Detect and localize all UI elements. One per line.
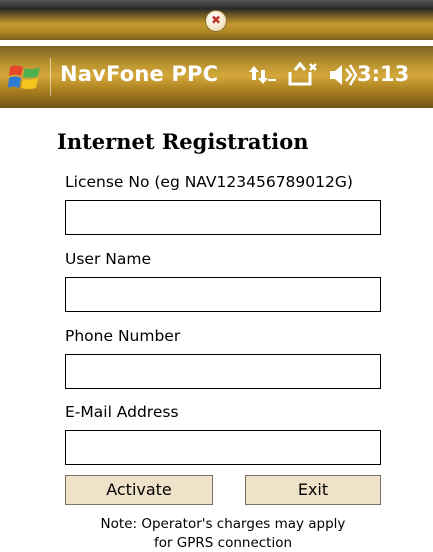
device-screen: ✖ NavFone PPC 3:13 Internet Registration…: [0, 0, 433, 552]
page-heading: Internet Registration: [57, 129, 309, 154]
top-notification-strip: ✖: [0, 0, 433, 40]
title-separator: [50, 58, 51, 96]
notification-glyph: ✖: [210, 13, 222, 27]
title-bar: NavFone PPC 3:13: [0, 46, 433, 108]
windows-flag-icon[interactable]: [8, 61, 42, 93]
exit-button[interactable]: Exit: [245, 475, 381, 505]
app-title: NavFone PPC: [60, 62, 219, 86]
no-signal-phone-icon[interactable]: [286, 60, 320, 90]
speaker-icon[interactable]: [328, 61, 358, 89]
note-line-1: Note: Operator's charges may apply: [100, 516, 346, 532]
msn-notification-icon[interactable]: ✖: [205, 10, 227, 32]
phone-label: Phone Number: [65, 327, 181, 345]
clock[interactable]: 3:13: [357, 62, 409, 86]
username-label: User Name: [65, 250, 151, 268]
email-input[interactable]: [65, 430, 381, 465]
note-line-2: for GPRS connection: [153, 535, 293, 551]
username-input[interactable]: [65, 277, 381, 312]
license-label: License No (eg NAV123456789012G): [65, 173, 353, 191]
connectivity-arrows-icon[interactable]: [248, 62, 278, 88]
email-label: E-Mail Address: [65, 403, 179, 421]
operator-charges-note: Note: Operator's charges may apply for G…: [65, 515, 381, 552]
license-input[interactable]: [65, 200, 381, 235]
activate-button[interactable]: Activate: [65, 475, 213, 505]
phone-input[interactable]: [65, 354, 381, 389]
